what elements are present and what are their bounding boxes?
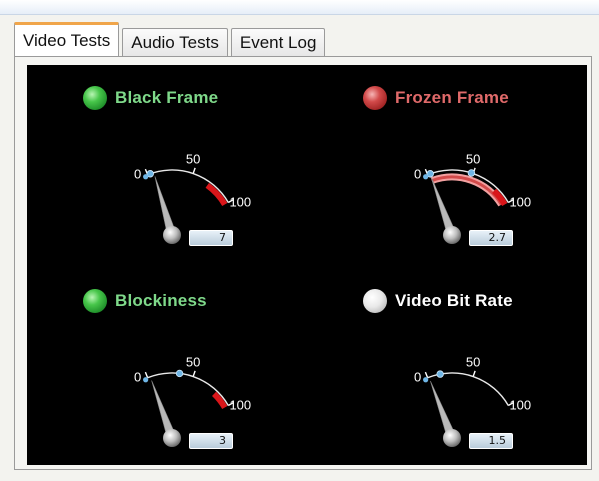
window-top-strip xyxy=(0,0,599,15)
gauge-tick-label: 50 xyxy=(186,355,200,370)
gauge-dial: 0 50 100 xyxy=(414,355,531,447)
gauge-min-marker xyxy=(423,377,429,383)
gauge-readout: 3 xyxy=(189,433,233,449)
gauge-threshold-marker xyxy=(436,370,444,378)
tab-audio-tests[interactable]: Audio Tests xyxy=(122,28,228,56)
gauge-threshold-marker xyxy=(467,169,476,177)
gauge-tick-label: 0 xyxy=(134,370,141,385)
gauge-min-marker xyxy=(423,174,429,180)
gauge-black-frame: Black Frame 0 50 100 7 xyxy=(47,65,307,260)
gauge-tick-label: 50 xyxy=(186,152,200,167)
gauge-tick xyxy=(424,371,429,378)
tab-video-tests[interactable]: Video Tests xyxy=(14,22,120,56)
gauge-hub xyxy=(443,226,461,244)
gauges-panel: Black Frame 0 50 100 7 Frozen Frame 0 50 100… xyxy=(27,65,587,465)
gauge-min-marker xyxy=(143,377,149,383)
tab-event-log[interactable]: Event Log xyxy=(230,28,326,56)
gauge-tick-label: 100 xyxy=(509,195,531,210)
gauge-dial: 0 50 100 xyxy=(134,152,251,244)
gauge-tick-label: 100 xyxy=(229,195,251,210)
gauge-video-bit-rate: Video Bit Rate 0 50 100 1.5 xyxy=(327,268,587,463)
gauge-tick-label: 100 xyxy=(509,398,531,413)
gauge-dial: 0 50 100 xyxy=(414,152,531,244)
gauge-tick-label: 50 xyxy=(466,152,480,167)
gauge-blockiness: Blockiness 0 50 100 3 xyxy=(47,268,307,463)
gauge-tick xyxy=(192,370,196,377)
gauge-tick xyxy=(144,371,149,378)
gauge-tick-label: 0 xyxy=(134,167,141,182)
tab-bar: Video Tests Audio Tests Event Log xyxy=(14,22,326,56)
gauge-red-band xyxy=(211,391,228,410)
gauge-hub xyxy=(163,429,181,447)
gauge-tick-label: 0 xyxy=(414,167,421,182)
gauge-readout: 2.7 xyxy=(469,230,513,246)
gauge-readout: 1.5 xyxy=(469,433,513,449)
gauge-tick xyxy=(472,370,476,377)
gauge-tick-label: 0 xyxy=(414,370,421,385)
gauge-tick xyxy=(192,167,196,174)
gauge-tick-label: 50 xyxy=(466,355,480,370)
gauge-hub xyxy=(163,226,181,244)
gauge-readout: 7 xyxy=(189,230,233,246)
gauge-red-band xyxy=(205,182,228,207)
gauge-tick-label: 100 xyxy=(229,398,251,413)
gauge-threshold-marker xyxy=(175,369,184,378)
gauge-min-marker xyxy=(143,174,149,180)
gauge-dial: 0 50 100 xyxy=(134,355,251,447)
gauge-hub xyxy=(443,429,461,447)
gauge-frozen-frame: Frozen Frame 0 50 100 2.7 xyxy=(327,65,587,260)
